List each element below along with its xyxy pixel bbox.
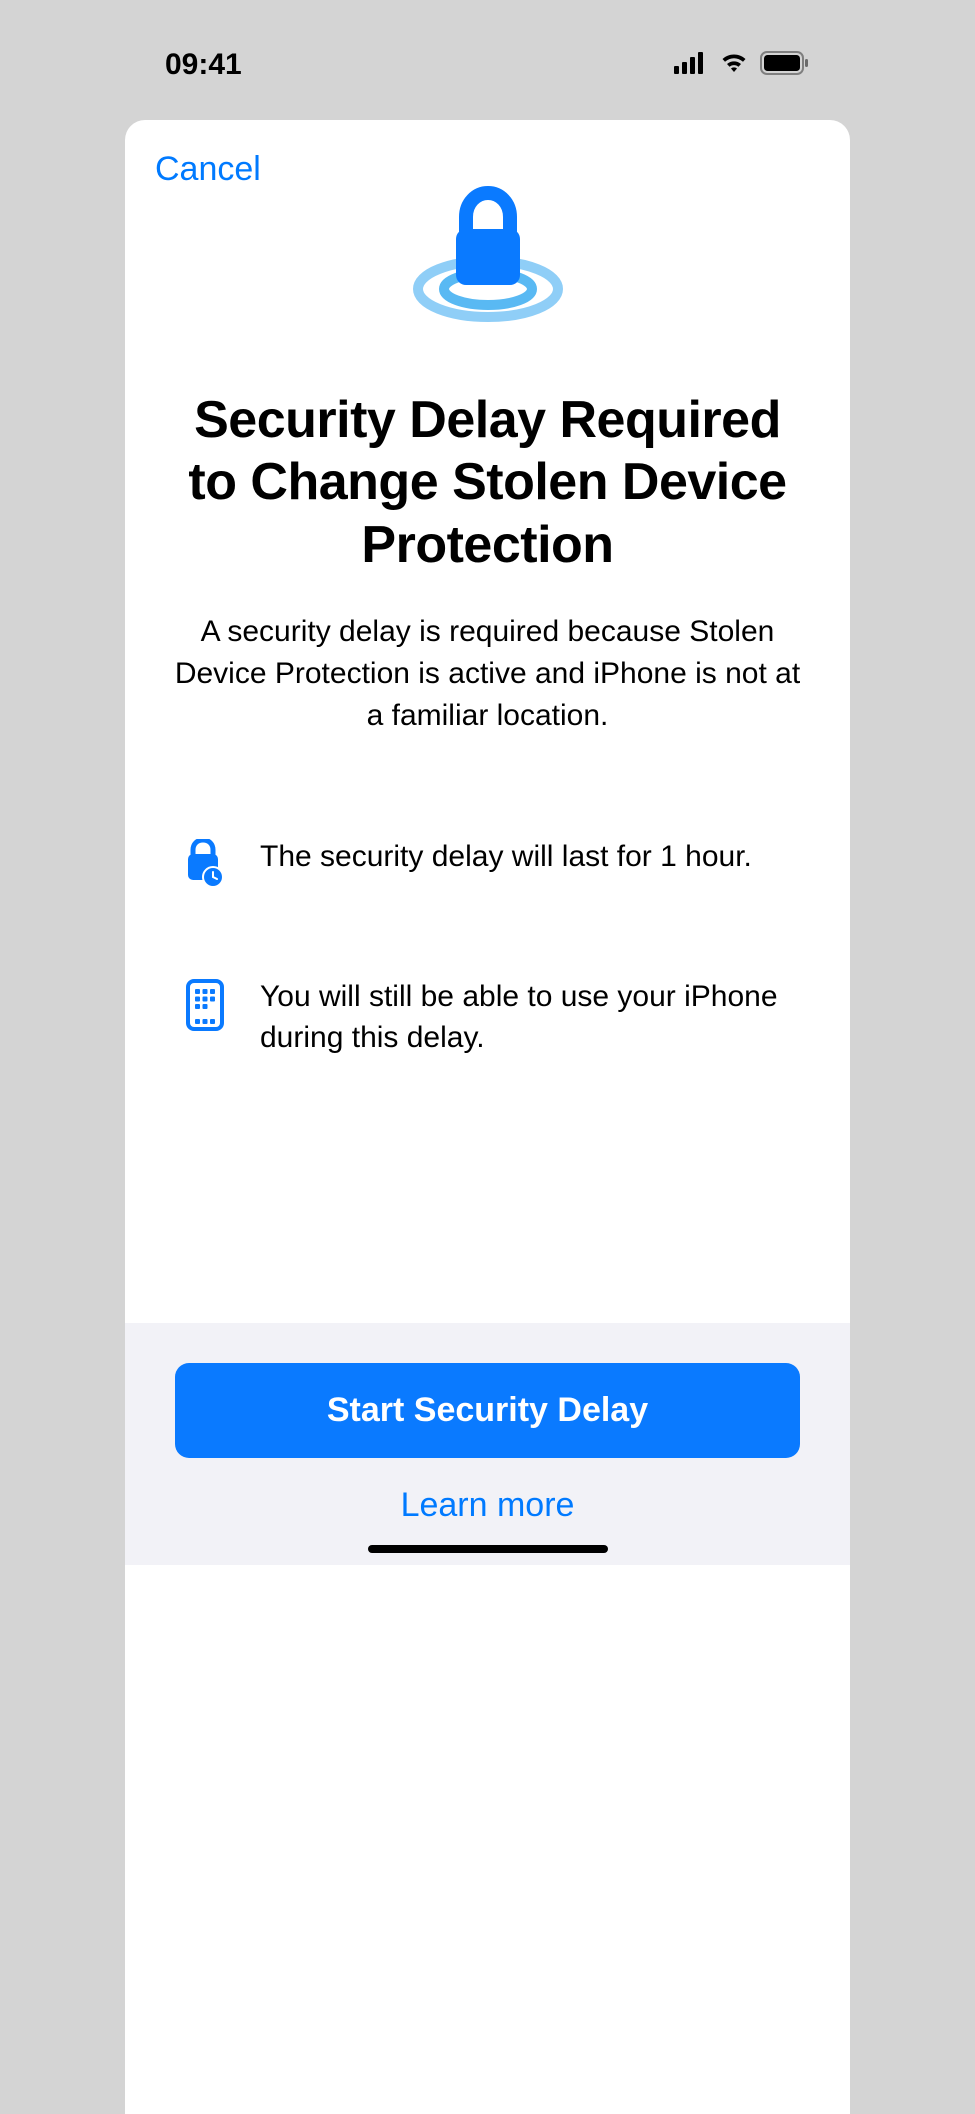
info-text: You will still be able to use your iPhon…	[260, 977, 795, 1058]
status-time: 09:41	[165, 48, 242, 82]
cellular-icon	[674, 52, 708, 79]
main-content: Security Delay Required to Change Stolen…	[125, 339, 850, 1323]
stolen-device-protection-icon	[125, 169, 850, 339]
status-bar: 09:41	[125, 0, 850, 120]
sheet-footer: Start Security Delay Learn more	[125, 1323, 850, 1565]
home-indicator[interactable]	[368, 1545, 608, 1553]
start-security-delay-button[interactable]: Start Security Delay	[175, 1363, 800, 1458]
bottom-whitespace	[125, 1565, 850, 2114]
phone-apps-icon	[180, 977, 230, 1031]
security-delay-sheet: Cancel Security Delay Required to Change…	[125, 120, 850, 1565]
page-title: Security Delay Required to Change Stolen…	[165, 389, 810, 576]
wifi-icon	[718, 52, 750, 79]
page-subtitle: A security delay is required because Sto…	[165, 611, 810, 737]
info-item-duration: The security delay will last for 1 hour.	[165, 837, 810, 887]
battery-icon	[760, 51, 810, 80]
info-text: The security delay will last for 1 hour.	[260, 837, 752, 878]
learn-more-button[interactable]: Learn more	[175, 1458, 800, 1535]
lock-clock-icon	[180, 837, 230, 887]
info-list: The security delay will last for 1 hour.	[165, 837, 810, 1058]
status-icons	[674, 51, 810, 80]
info-item-usable: You will still be able to use your iPhon…	[165, 977, 810, 1058]
